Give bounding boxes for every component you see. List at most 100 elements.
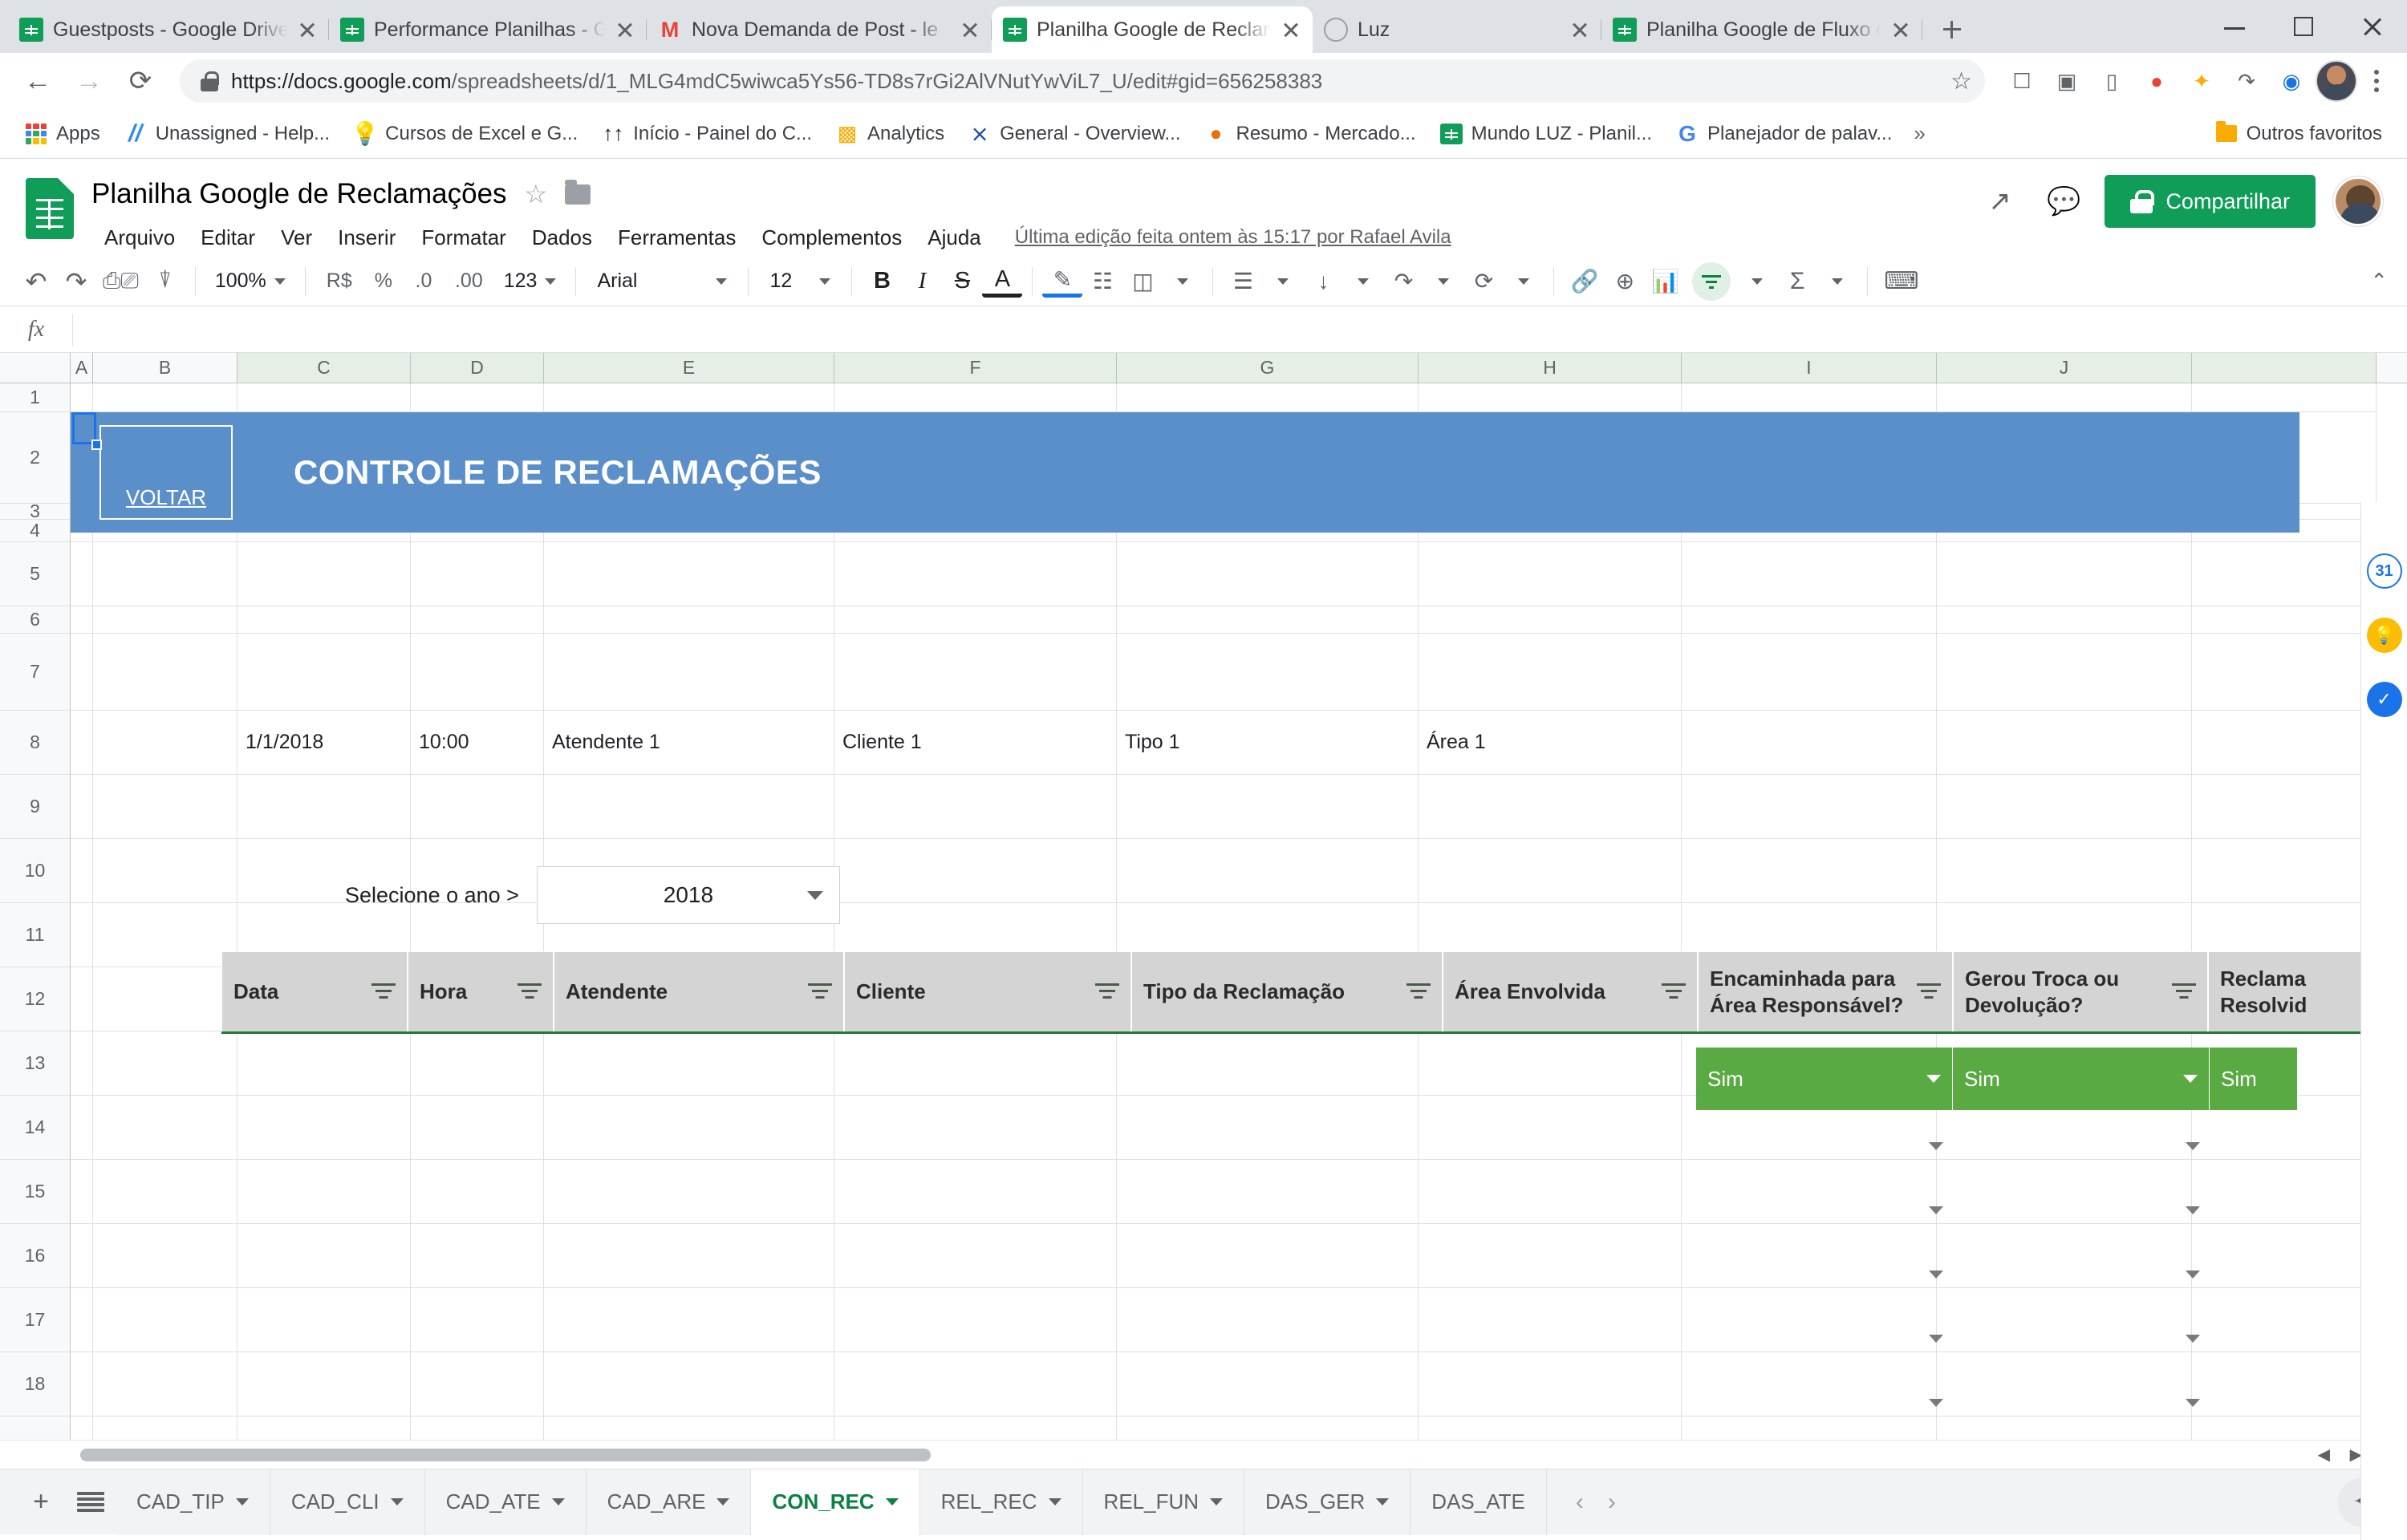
cell-J9[interactable] xyxy=(1937,775,2192,839)
cell-D6[interactable] xyxy=(411,606,544,634)
cell-A16[interactable] xyxy=(71,1224,93,1288)
insert-link-icon[interactable]: 🔗 xyxy=(1564,261,1605,302)
cell-A11[interactable] xyxy=(71,903,93,967)
chevron-down-icon[interactable] xyxy=(2186,1270,2200,1279)
cell-E14[interactable] xyxy=(544,1096,834,1160)
cell-I18[interactable] xyxy=(1682,1352,1937,1416)
cell-H19[interactable] xyxy=(1419,1416,1682,1440)
filter-icon[interactable] xyxy=(1917,982,1941,1003)
cell-B13[interactable] xyxy=(93,1031,237,1096)
row-header-5[interactable]: 5 xyxy=(0,542,71,606)
cell-C7[interactable] xyxy=(237,634,411,711)
row-header-9[interactable]: 9 xyxy=(0,775,71,839)
cell-I1[interactable] xyxy=(1682,383,1937,412)
star-icon[interactable]: ☆ xyxy=(525,179,548,209)
cell-B12[interactable] xyxy=(93,967,237,1031)
cell-E19[interactable] xyxy=(544,1416,834,1440)
menu-ver[interactable]: Ver xyxy=(268,221,325,255)
menu-formatar[interactable]: Formatar xyxy=(408,221,518,255)
keep-icon[interactable]: 💡 xyxy=(2366,618,2402,653)
cell-J15[interactable] xyxy=(1937,1160,2192,1224)
cell-H10[interactable] xyxy=(1419,839,1682,903)
table-header-troca[interactable]: Gerou Troca ou Devolução? xyxy=(1953,951,2208,1031)
row-header-7[interactable]: 7 xyxy=(0,634,71,711)
cell-B15[interactable] xyxy=(93,1160,237,1224)
bookmark-planejador[interactable]: G Planejador de palav... xyxy=(1666,118,1902,150)
zoom-select[interactable]: 100% xyxy=(205,262,295,301)
trending-up-icon[interactable]: ↗ xyxy=(1976,178,2023,225)
cell-A7[interactable] xyxy=(71,634,93,711)
cell-F16[interactable] xyxy=(834,1224,1117,1288)
column-header-D[interactable]: D xyxy=(411,353,544,383)
cell-A6[interactable] xyxy=(71,606,93,634)
column-header-B[interactable]: B xyxy=(93,353,237,383)
menu-arquivo[interactable]: Arquivo xyxy=(91,221,188,255)
cell-J19[interactable] xyxy=(1937,1416,2192,1440)
cell-J17[interactable] xyxy=(1937,1288,2192,1352)
menu-inserir[interactable]: Inserir xyxy=(325,221,408,255)
cell-D15[interactable] xyxy=(411,1160,544,1224)
cell-H18[interactable] xyxy=(1419,1352,1682,1416)
chrome-menu-button[interactable] xyxy=(2360,60,2393,102)
maximize-button[interactable] xyxy=(2269,0,2338,53)
cell-F7[interactable] xyxy=(834,634,1117,711)
filter-icon[interactable] xyxy=(518,982,542,1003)
cell-J1[interactable] xyxy=(1937,383,2192,412)
cell-F14[interactable] xyxy=(834,1096,1117,1160)
cell-E7[interactable] xyxy=(544,634,834,711)
table-header-tipo[interactable]: Tipo da Reclamação xyxy=(1131,951,1443,1031)
sheet-tab-das-ger[interactable]: DAS_GER xyxy=(1244,1469,1411,1535)
cell-E17[interactable] xyxy=(544,1288,834,1352)
cell-E13[interactable] xyxy=(544,1031,834,1096)
filter-dropdown[interactable] xyxy=(1737,261,1777,302)
font-select[interactable]: Arial xyxy=(586,262,738,301)
cell-D14[interactable] xyxy=(411,1096,544,1160)
chevron-down-icon[interactable] xyxy=(390,1498,404,1506)
cell-A12[interactable] xyxy=(71,967,93,1031)
cell-K5[interactable] xyxy=(2192,542,2377,606)
close-icon[interactable] xyxy=(615,19,635,40)
cell-G9[interactable] xyxy=(1117,775,1419,839)
column-header-K[interactable] xyxy=(2192,353,2377,383)
close-icon[interactable] xyxy=(1569,19,1590,40)
redo-button[interactable]: ↷ xyxy=(56,261,96,302)
halign-dropdown[interactable] xyxy=(1263,261,1303,302)
close-icon[interactable] xyxy=(960,19,980,40)
cell-D5[interactable] xyxy=(411,542,544,606)
sheet-tab-cad-tip[interactable]: CAD_TIP xyxy=(116,1469,270,1535)
browser-tab-3-active[interactable]: Planilha Google de Reclama xyxy=(992,6,1313,53)
bookmarks-overflow-button[interactable]: » xyxy=(1906,121,1933,146)
bold-button[interactable]: B xyxy=(862,261,902,302)
cell-H17[interactable] xyxy=(1419,1288,1682,1352)
cell-D9[interactable] xyxy=(411,775,544,839)
bookmark-inicio[interactable]: ↑↑ Início - Painel do C... xyxy=(591,118,822,150)
cell-G17[interactable] xyxy=(1117,1288,1419,1352)
row-header-11[interactable]: 11 xyxy=(0,903,71,967)
menu-ferramentas[interactable]: Ferramentas xyxy=(605,221,749,255)
collapse-toolbar-button[interactable]: ⌃ xyxy=(2370,269,2388,294)
percent-button[interactable]: % xyxy=(363,261,404,302)
tasks-icon[interactable]: ✓ xyxy=(2366,682,2402,717)
cell-A9[interactable] xyxy=(71,775,93,839)
cell-A17[interactable] xyxy=(71,1288,93,1352)
row-header-10[interactable]: 10 xyxy=(0,839,71,903)
address-bar[interactable]: https://docs.google.com/spreadsheets/d/1… xyxy=(180,59,1985,103)
bookmark-analytics[interactable]: ▩ Analytics xyxy=(826,118,955,150)
cell-K19[interactable] xyxy=(2192,1416,2377,1440)
bookmark-cursos[interactable]: 💡 Cursos de Excel e G... xyxy=(343,118,588,150)
column-header-E[interactable]: E xyxy=(544,353,834,383)
table-header-resolvida[interactable]: Reclama Resolvid xyxy=(2208,951,2372,1031)
cell-K1[interactable] xyxy=(2192,383,2377,412)
currency-button[interactable]: R$ xyxy=(315,261,363,302)
cell-A15[interactable] xyxy=(71,1160,93,1224)
cell-H7[interactable] xyxy=(1419,634,1682,711)
row-header-17[interactable]: 17 xyxy=(0,1288,71,1352)
cell-D16[interactable] xyxy=(411,1224,544,1288)
italic-button[interactable]: I xyxy=(902,261,942,302)
row-header-16[interactable]: 16 xyxy=(0,1224,71,1288)
cell-B19[interactable] xyxy=(93,1416,237,1440)
all-sheets-icon[interactable] xyxy=(66,1477,116,1527)
cell-J7[interactable] xyxy=(1937,634,2192,711)
cell-F10[interactable] xyxy=(834,839,1117,903)
cell-C6[interactable] xyxy=(237,606,411,634)
